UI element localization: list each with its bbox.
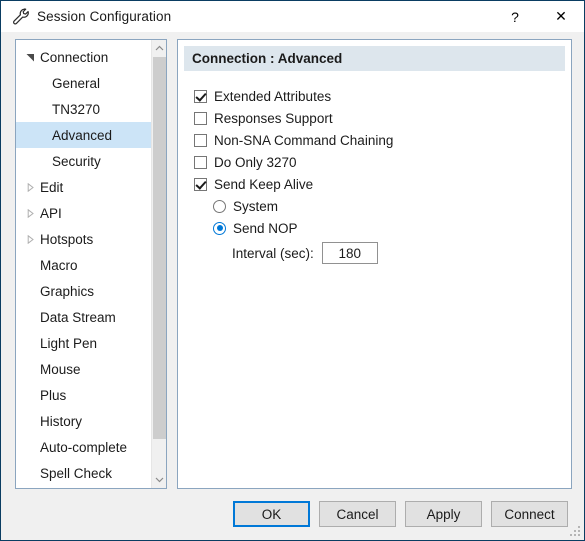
settings-tree-panel: Connection General TN3270 Advanced Security E… [15,39,167,489]
cancel-button[interactable]: Cancel [319,501,396,527]
sidebar-item-advanced[interactable]: Advanced [16,122,153,148]
sidebar-item-label: Mouse [40,361,81,377]
checkbox-row[interactable]: Extended Attributes [194,85,571,107]
tree-collapsed-arrow-icon[interactable] [22,182,38,192]
sidebar-item-security[interactable]: Security [16,148,153,174]
sidebar-item-label: History [40,413,83,429]
interval-label: Interval (sec): [232,245,314,261]
checkbox-label: Send Keep Alive [214,176,314,192]
sidebar-item-label: General [52,75,101,91]
radio-system[interactable] [213,199,226,213]
radio-label: System [233,198,279,214]
panel-title: Connection : Advanced [184,46,565,71]
sidebar-item-spell-check[interactable]: Spell Check [16,460,153,486]
sidebar-item-label: Edit [40,179,64,195]
sidebar-item-label: Data Stream [40,309,116,325]
sidebar-item-mouse[interactable]: Mouse [16,356,153,382]
sidebar-item-label: API [40,205,62,221]
tree-collapsed-arrow-icon[interactable] [22,234,38,244]
dialog-footer: OK Cancel Apply Connect [1,488,584,540]
dialog-content: Connection General TN3270 Advanced Security E… [1,32,584,540]
keep-alive-radio-group: System Send NOP [194,195,571,239]
window-title: Session Configuration [37,9,172,24]
radio-row[interactable]: Send NOP [194,217,571,239]
close-button[interactable]: ✕ [538,1,584,32]
settings-tree: Connection General TN3270 Advanced Security E… [16,40,153,486]
help-button[interactable]: ? [492,1,538,32]
sidebar-item-connection[interactable]: Connection [16,44,153,70]
sidebar-item-light-pen[interactable]: Light Pen [16,330,153,356]
sidebar-item-label: Advanced [52,127,113,143]
resize-grip[interactable] [568,524,581,537]
checkbox-extended-attributes[interactable] [194,89,207,103]
sidebar-item-plus[interactable]: Plus [16,382,153,408]
sidebar-item-label: Security [52,153,101,169]
checkbox-send-keep-alive[interactable] [194,177,207,191]
sidebar-item-history[interactable]: History [16,408,153,434]
radio-label: Send NOP [233,220,298,236]
sidebar-item-edit[interactable]: Edit [16,174,153,200]
checkbox-label: Extended Attributes [214,88,332,104]
radio-send-nop[interactable] [213,221,226,235]
interval-input[interactable] [321,242,378,264]
sidebar-item-label: Spell Check [40,465,113,481]
interval-row: Interval (sec): [194,239,571,267]
checkbox-row[interactable]: Non-SNA Command Chaining [194,129,571,151]
checkbox-responses-support[interactable] [194,111,207,125]
sidebar-item-hotspots[interactable]: Hotspots [16,226,153,252]
tree-scrollbar-thumb[interactable] [153,57,166,439]
sidebar-item-label: Macro [40,257,78,273]
wrench-icon [8,4,34,30]
advanced-settings-panel: Connection : Advanced Extended Attribute… [177,39,572,489]
checkbox-do-only-3270[interactable] [194,155,207,169]
checkbox-row[interactable]: Responses Support [194,107,571,129]
checkbox-non-sna-command-chaining[interactable] [194,133,207,147]
sidebar-item-label: Light Pen [40,335,98,351]
sidebar-item-api[interactable]: API [16,200,153,226]
checkbox-row[interactable]: Send Keep Alive [194,173,571,195]
panel-body: Extended Attributes Responses Support Non-… [178,71,571,267]
tree-scrollbar[interactable] [151,40,166,488]
scroll-up-arrow-icon[interactable] [152,40,166,56]
sidebar-item-auto-complete[interactable]: Auto-complete [16,434,153,460]
connect-button[interactable]: Connect [491,501,568,527]
sidebar-item-label: Plus [40,387,67,403]
title-bar: Session Configuration ? ✕ [1,1,584,32]
apply-button[interactable]: Apply [405,501,482,527]
checkbox-row[interactable]: Do Only 3270 [194,151,571,173]
sidebar-item-label: TN3270 [52,101,101,117]
checkbox-label: Non-SNA Command Chaining [214,132,394,148]
sidebar-item-label: Graphics [40,283,95,299]
sidebar-item-label: Hotspots [40,231,94,247]
sidebar-item-graphics[interactable]: Graphics [16,278,153,304]
footer-button-group: OK Cancel Apply Connect [224,501,568,527]
sidebar-item-data-stream[interactable]: Data Stream [16,304,153,330]
sidebar-item-general[interactable]: General [16,70,153,96]
sidebar-item-label: Connection [40,49,109,65]
tree-expanded-arrow-icon[interactable] [22,53,38,62]
sidebar-item-label: Auto-complete [40,439,128,455]
checkbox-group: Extended Attributes Responses Support Non-… [194,85,571,195]
scroll-down-arrow-icon[interactable] [152,472,166,488]
window-controls: ? ✕ [492,1,584,32]
checkbox-label: Responses Support [214,110,333,126]
sidebar-item-tn3270[interactable]: TN3270 [16,96,153,122]
checkbox-label: Do Only 3270 [214,154,297,170]
sidebar-item-macro[interactable]: Macro [16,252,153,278]
radio-row[interactable]: System [194,195,571,217]
tree-collapsed-arrow-icon[interactable] [22,208,38,218]
session-configuration-dialog: Session Configuration ? ✕ Connection Gene… [0,0,585,541]
ok-button[interactable]: OK [233,501,310,527]
